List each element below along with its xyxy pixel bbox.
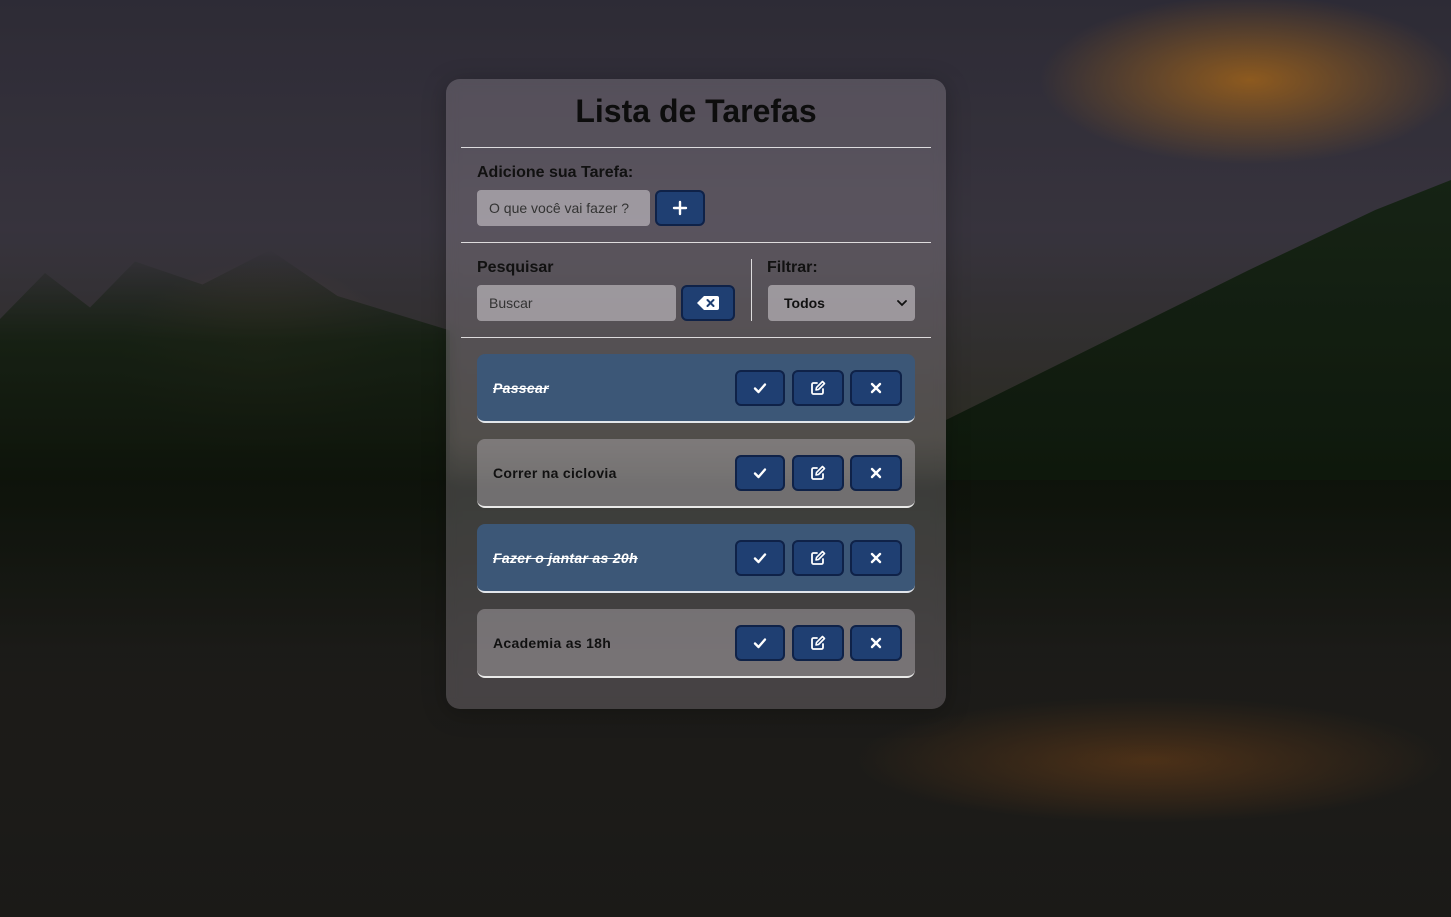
add-task-input[interactable] [477, 190, 650, 226]
filter-selected-value: Todos [784, 295, 825, 311]
close-icon [870, 382, 882, 394]
task-text: Academia as 18h [493, 634, 612, 651]
edit-icon [811, 380, 826, 395]
close-icon [870, 467, 882, 479]
complete-task-button[interactable] [735, 540, 785, 576]
edit-icon [811, 550, 826, 565]
remove-task-button[interactable] [850, 625, 902, 661]
clear-search-button[interactable] [681, 285, 735, 321]
search-label: Pesquisar [477, 259, 554, 276]
task-item: Fazer o jantar as 20h [477, 524, 915, 593]
divider [461, 337, 931, 338]
close-icon [870, 552, 882, 564]
remove-task-button[interactable] [850, 540, 902, 576]
page-title: Lista de Tarefas [575, 93, 817, 129]
chevron-down-icon [897, 300, 907, 307]
remove-task-button[interactable] [850, 455, 902, 491]
task-item: Correr na ciclovia [477, 439, 915, 508]
complete-task-button[interactable] [735, 370, 785, 406]
plus-icon [672, 200, 688, 216]
edit-icon [811, 465, 826, 480]
add-task-label: Adicione sua Tarefa: [477, 164, 634, 181]
filter-label: Filtrar: [767, 259, 818, 276]
edit-task-button[interactable] [792, 625, 844, 661]
search-input[interactable] [477, 285, 676, 321]
check-icon [753, 383, 767, 394]
add-task-button[interactable] [655, 190, 705, 226]
remove-task-button[interactable] [850, 370, 902, 406]
vertical-divider [751, 259, 752, 321]
complete-task-button[interactable] [735, 625, 785, 661]
task-text: Passear [493, 379, 549, 396]
backspace-icon [697, 296, 719, 310]
check-icon [753, 638, 767, 649]
filter-select[interactable]: Todos [768, 285, 915, 321]
edit-icon [811, 635, 826, 650]
edit-task-button[interactable] [792, 540, 844, 576]
task-text: Fazer o jantar as 20h [493, 549, 638, 566]
todo-panel: Lista de Tarefas Adicione sua Tarefa: Pe… [446, 79, 946, 709]
close-icon [870, 637, 882, 649]
complete-task-button[interactable] [735, 455, 785, 491]
edit-task-button[interactable] [792, 455, 844, 491]
task-item: Passear [477, 354, 915, 423]
divider [461, 147, 931, 148]
task-text: Correr na ciclovia [493, 464, 617, 481]
edit-task-button[interactable] [792, 370, 844, 406]
check-icon [753, 468, 767, 479]
check-icon [753, 553, 767, 564]
task-item: Academia as 18h [477, 609, 915, 678]
divider [461, 242, 931, 243]
